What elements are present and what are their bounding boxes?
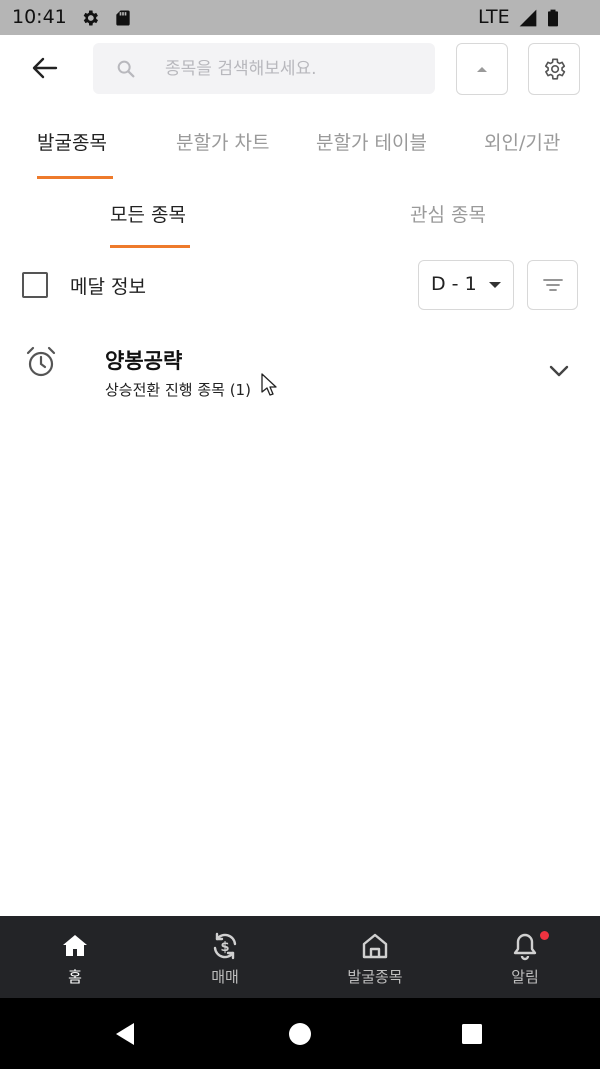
tab-foreign-institution[interactable]: 외인/기관 [484, 128, 560, 162]
status-bar: 10:41 LTE [0, 0, 600, 35]
notification-badge [540, 931, 549, 940]
status-time: 10:41 [12, 6, 67, 28]
nav-alerts[interactable]: 알림 [450, 916, 600, 998]
home-icon [63, 935, 87, 956]
gear-icon [544, 58, 566, 80]
arrow-left-icon [32, 57, 58, 79]
system-recents-button[interactable] [432, 998, 512, 1069]
status-network: LTE [478, 6, 510, 28]
nav-discover-label: 발굴종목 [347, 968, 403, 986]
bell-icon [513, 933, 537, 961]
caret-up-icon [477, 67, 487, 72]
filter-button[interactable] [527, 260, 578, 310]
list-item-subtitle: 상승전환 진행 종목 (1) [105, 381, 251, 399]
settings-status-icon [83, 10, 98, 26]
medal-checkbox-label: 메달 정보 [70, 276, 146, 298]
nav-alerts-label: 알림 [511, 968, 539, 986]
search-box[interactable] [93, 43, 435, 94]
filter-icon [542, 279, 563, 291]
list-item[interactable]: 양봉공략 상승전환 진행 종목 (1) [0, 330, 600, 420]
tab-indicator [37, 176, 113, 179]
square-recents-icon [462, 1023, 482, 1044]
discover-icon [362, 933, 388, 959]
caret-down-icon [489, 282, 501, 288]
alarm-clock-icon [26, 346, 56, 377]
day-select[interactable]: D - 1 [418, 260, 514, 310]
day-select-value: D - 1 [431, 273, 477, 295]
subtab-indicator [110, 245, 190, 248]
bottom-nav: 홈 $ 매매 발굴종목 알림 [0, 916, 600, 998]
settings-button[interactable] [528, 43, 580, 95]
back-button[interactable] [22, 52, 68, 84]
subtab-all-stocks[interactable]: 모든 종목 [110, 200, 186, 227]
tab-discover[interactable]: 발굴종목 [37, 128, 107, 162]
subtab-watchlist[interactable]: 관심 종목 [410, 200, 486, 227]
search-icon [117, 60, 135, 78]
battery-icon [548, 9, 558, 27]
system-home-button[interactable] [260, 998, 340, 1069]
medal-checkbox[interactable] [22, 272, 48, 298]
scroll-top-button[interactable] [456, 43, 508, 95]
nav-discover[interactable]: 발굴종목 [300, 916, 450, 998]
tab-split-table[interactable]: 분할가 테이블 [316, 128, 427, 162]
svg-text:$: $ [220, 940, 229, 955]
chevron-down-icon [549, 365, 569, 377]
nav-home[interactable]: 홈 [0, 916, 150, 998]
mouse-cursor-icon [261, 373, 277, 396]
triangle-back-icon [116, 1022, 134, 1045]
sdcard-status-icon [116, 10, 130, 26]
tab-split-chart[interactable]: 분할가 차트 [176, 128, 269, 162]
list-item-title: 양봉공략 [105, 349, 183, 373]
circle-home-icon [289, 1022, 311, 1045]
search-input[interactable] [163, 55, 417, 83]
nav-home-label: 홈 [68, 968, 82, 986]
system-nav [0, 998, 600, 1069]
nav-trade[interactable]: $ 매매 [150, 916, 300, 998]
system-back-button[interactable] [85, 998, 165, 1069]
nav-trade-label: 매매 [211, 968, 239, 986]
signal-icon [519, 9, 537, 27]
trade-icon: $ [213, 932, 237, 960]
